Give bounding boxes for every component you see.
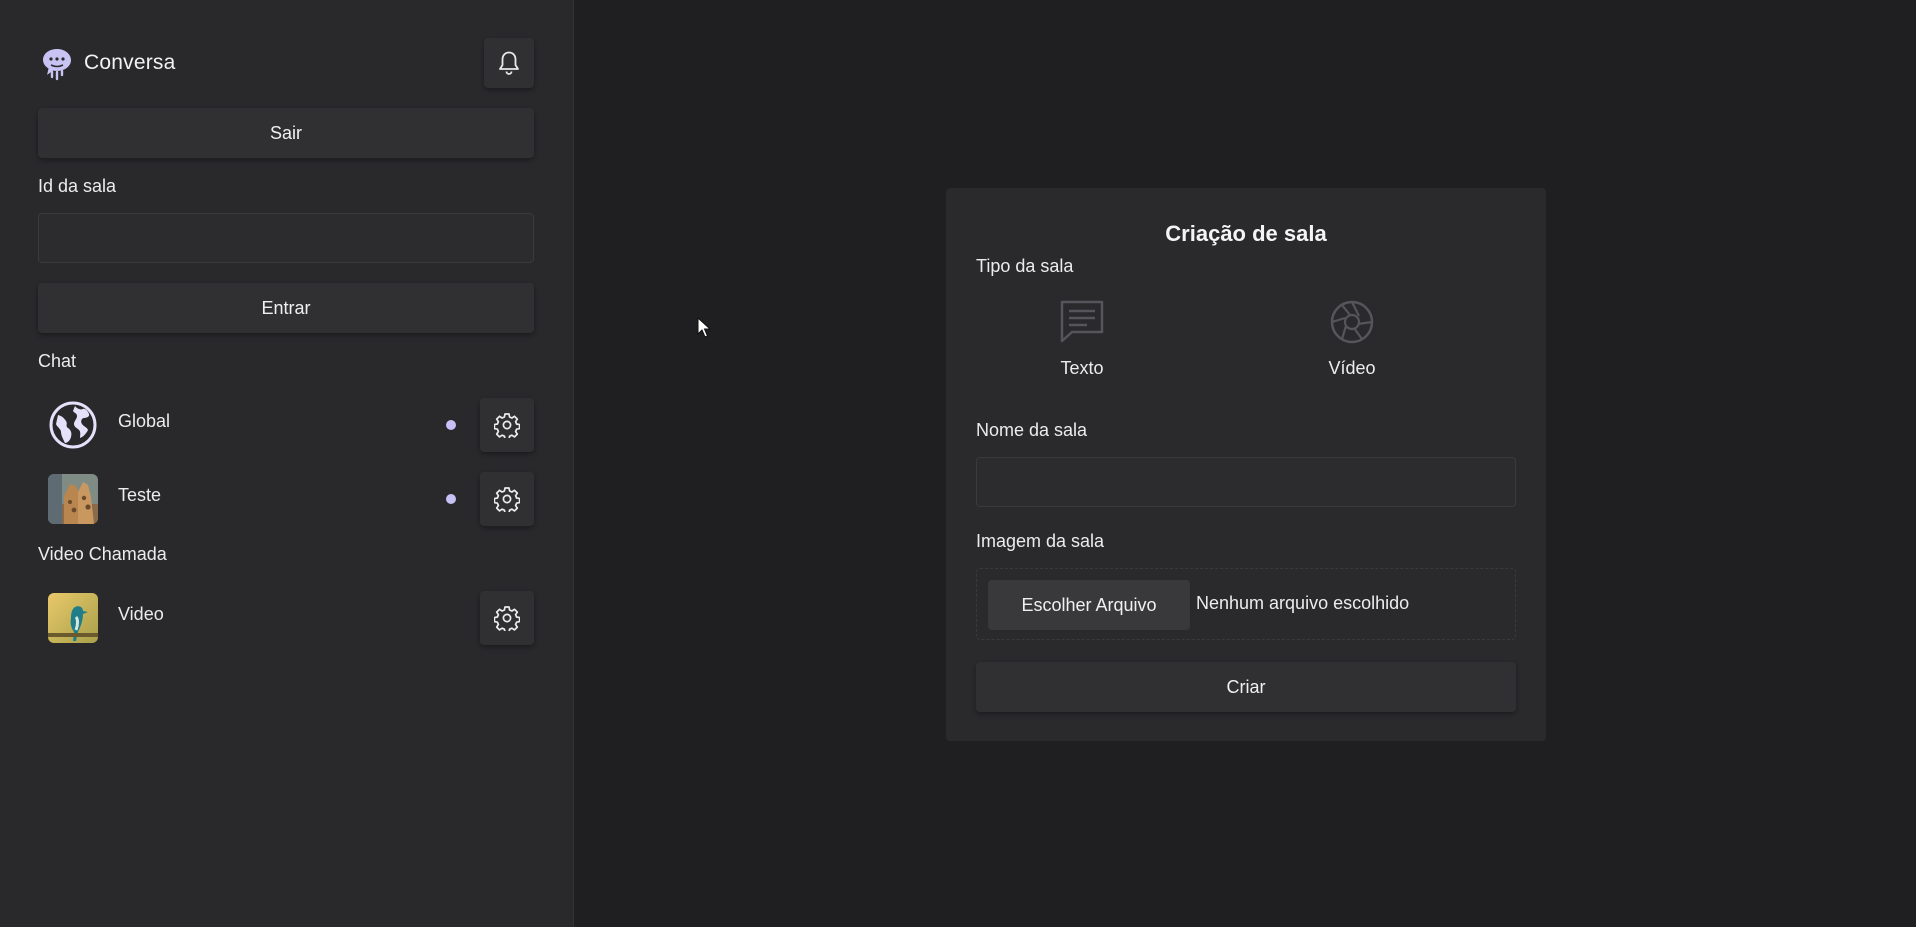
room-name: Teste	[118, 485, 162, 505]
room-image-dropzone[interactable]: Escolher Arquivo Nenhum arquivo escolhid…	[976, 568, 1516, 640]
room-type-label: Tipo da sala	[976, 256, 1074, 276]
create-room-card: Criação de sala Tipo da sala Texto Vídeo…	[946, 188, 1546, 741]
section-title-chat: Chat	[38, 351, 77, 371]
room-image-label: Imagem da sala	[976, 531, 1105, 551]
room-type-label-text: Texto	[1060, 358, 1104, 378]
sidebar: Conversa Sair Id da sala Entrar Chat Glo…	[0, 0, 574, 927]
room-type-label-video: Vídeo	[1328, 358, 1376, 378]
globe-icon	[49, 401, 97, 449]
unread-indicator	[446, 494, 456, 504]
gear-icon	[494, 487, 520, 512]
room-settings-button[interactable]	[480, 398, 534, 452]
bell-icon	[499, 51, 519, 75]
room-item-teste[interactable]: Teste	[38, 472, 534, 526]
gear-icon	[494, 413, 520, 438]
brand: Conversa	[38, 44, 175, 82]
room-avatar-photo	[48, 474, 98, 524]
room-settings-button[interactable]	[480, 591, 534, 645]
room-settings-button[interactable]	[480, 472, 534, 526]
room-item-global[interactable]: Global	[38, 398, 534, 452]
room-name: Video	[118, 604, 164, 624]
room-name-label: Nome da sala	[976, 420, 1088, 440]
gear-icon	[494, 606, 520, 631]
create-button[interactable]: Criar	[976, 662, 1516, 712]
mouse-cursor-icon	[697, 317, 711, 338]
card-title: Criação de sala	[1165, 221, 1327, 246]
file-status-text: Nenhum arquivo escolhido	[1196, 593, 1410, 613]
camera-aperture-icon	[1330, 300, 1374, 344]
room-name: Global	[118, 411, 171, 431]
app-name: Conversa	[84, 51, 176, 74]
room-id-input[interactable]	[38, 213, 534, 263]
chat-bubble-logo-icon	[43, 49, 71, 81]
notifications-button[interactable]	[484, 38, 534, 88]
room-avatar	[48, 400, 98, 450]
room-type-video-option[interactable]: Vídeo	[1277, 298, 1427, 388]
room-type-text-option[interactable]: Texto	[1007, 298, 1157, 388]
room-item-video[interactable]: Video	[38, 591, 534, 645]
choose-file-button[interactable]: Escolher Arquivo	[988, 580, 1190, 630]
room-avatar-photo	[48, 593, 98, 643]
room-id-label: Id da sala	[38, 176, 117, 196]
message-icon	[1060, 300, 1104, 343]
giraffe-photo-icon	[48, 474, 98, 524]
logout-button[interactable]: Sair	[38, 108, 534, 158]
bird-photo-icon	[48, 593, 98, 643]
section-title-video: Video Chamada	[38, 544, 167, 564]
enter-button[interactable]: Entrar	[38, 283, 534, 333]
room-name-input[interactable]	[976, 457, 1516, 507]
unread-indicator	[446, 420, 456, 430]
